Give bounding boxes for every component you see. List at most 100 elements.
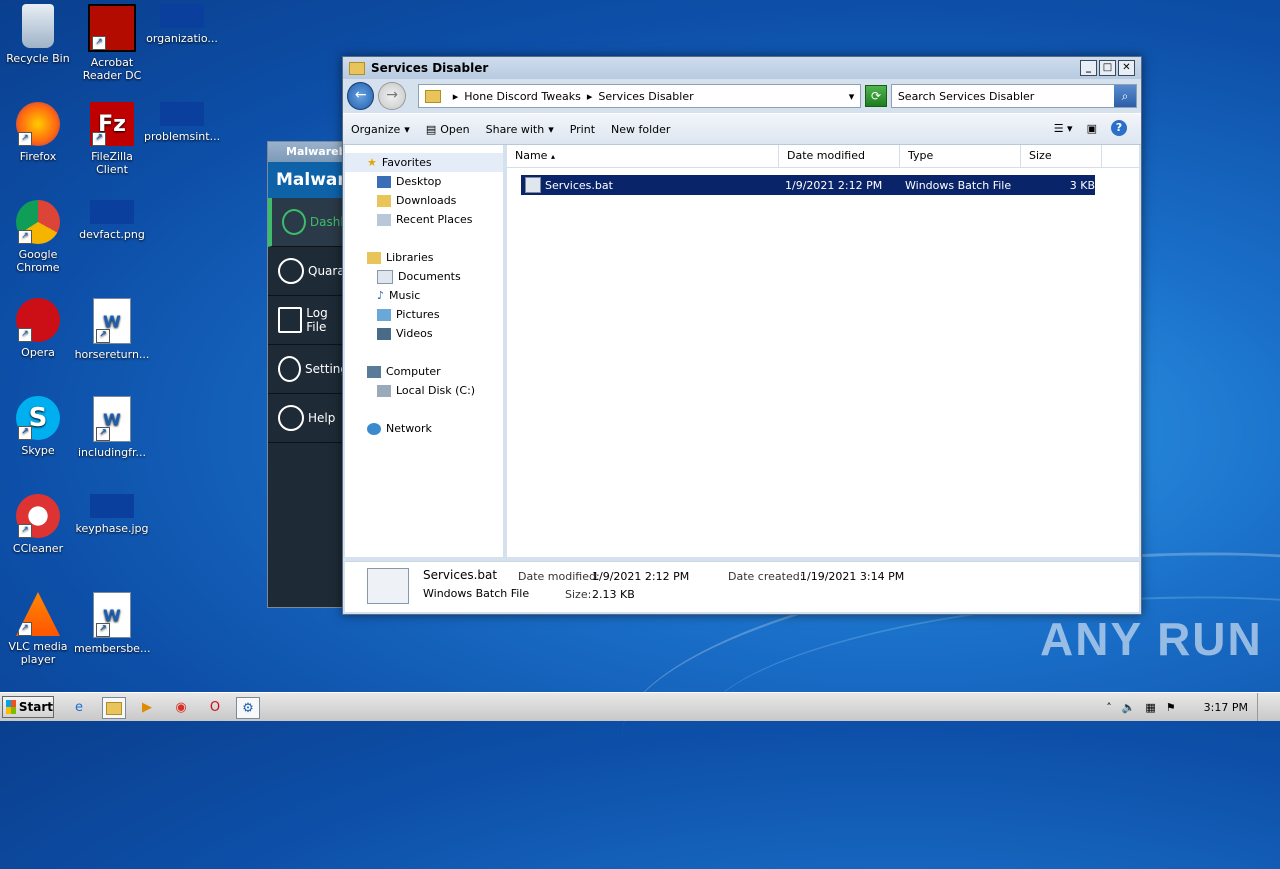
mb-item-quarantine[interactable]: Quara: [268, 247, 348, 296]
column-header-type[interactable]: Type: [900, 145, 1021, 167]
details-type: Windows Batch File: [423, 587, 530, 600]
desktop-icon[interactable]: devfact.png: [74, 200, 150, 241]
breadcrumb-item[interactable]: Hone Discord Tweaks: [464, 90, 581, 103]
mb-item-label: Quara: [308, 264, 345, 278]
close-button[interactable]: ✕: [1118, 60, 1135, 76]
mb-item-dashboard[interactable]: Dashb: [268, 198, 348, 247]
skype-icon: S ↗: [16, 396, 60, 440]
gear-icon: [278, 356, 302, 382]
clock[interactable]: 3:17 PM: [1204, 701, 1248, 714]
nav-item-computer[interactable]: Computer: [345, 362, 503, 381]
nav-item-recent-places[interactable]: Recent Places: [345, 210, 503, 229]
minimize-button[interactable]: _: [1080, 60, 1097, 76]
desktop-icon-label: membersbe...: [74, 642, 151, 655]
desktop-icon-label: CCleaner: [12, 542, 64, 555]
chevron-down-icon: ▾: [404, 122, 410, 136]
nav-item-pictures[interactable]: Pictures: [345, 305, 503, 324]
malwarebytes-taskbar-icon[interactable]: ⚙: [236, 697, 260, 719]
desktop-icon[interactable]: organizatio...: [144, 4, 220, 45]
nav-item-videos[interactable]: Videos: [345, 324, 503, 343]
desktop-icon[interactable]: Recycle Bin: [0, 4, 76, 65]
desktop-icon[interactable]: W ↗ includingfr...: [74, 396, 150, 459]
explorer-taskbar-icon[interactable]: [102, 697, 126, 719]
nav-item-downloads[interactable]: Downloads: [345, 191, 503, 210]
nav-item-local-disk[interactable]: Local Disk (C:): [345, 381, 503, 400]
desktop-icon[interactable]: ↗ Opera: [0, 298, 76, 359]
nav-item-network[interactable]: Network: [345, 419, 503, 438]
desktop-icon[interactable]: Fz ↗ FileZilla Client: [74, 102, 150, 176]
back-button[interactable]: ←: [347, 82, 375, 110]
forward-button[interactable]: →: [378, 82, 406, 110]
recent-places-icon: [377, 213, 391, 226]
column-label: Name: [515, 149, 548, 162]
window-titlebar[interactable]: Services Disabler _ □ ✕: [343, 57, 1141, 79]
preview-pane-icon[interactable]: ▣: [1087, 122, 1097, 135]
show-desktop-button[interactable]: [1257, 693, 1280, 721]
mb-item-label: Help: [308, 411, 336, 425]
biohazard-icon: [278, 258, 304, 284]
chevron-down-icon[interactable]: ▾: [849, 90, 855, 103]
anyrun-watermark: ANY RUN: [1040, 613, 1263, 665]
explorer-window[interactable]: Services Disabler _ □ ✕ ← → ▸ Hone Disco…: [342, 56, 1142, 615]
desktop-icon[interactable]: ↗ Firefox: [0, 102, 76, 163]
system-tray: ˄ 🔈 ▦ ⚑ 3:17 PM: [1106, 693, 1280, 721]
nav-item-libraries[interactable]: Libraries: [345, 248, 503, 267]
print-button[interactable]: Print: [570, 123, 595, 136]
mb-item-help[interactable]: Help: [268, 394, 348, 443]
mb-item-settings[interactable]: Setting: [268, 345, 348, 394]
ie-icon[interactable]: e: [68, 697, 90, 717]
desktop-icon[interactable]: W ↗ horsereturn...: [74, 298, 150, 361]
flag-icon[interactable]: ⚑: [1166, 701, 1176, 714]
organize-button[interactable]: Organize ▾: [351, 123, 410, 136]
maximize-button[interactable]: □: [1099, 60, 1116, 76]
file-row[interactable]: Services.bat 1/9/2021 2:12 PM Windows Ba…: [521, 175, 1095, 195]
column-header-size[interactable]: Size: [1021, 145, 1102, 167]
start-button[interactable]: Start: [2, 696, 54, 718]
desktop-icon[interactable]: S ↗ Skype: [0, 396, 76, 457]
open-button[interactable]: ▤ Open: [426, 123, 470, 136]
column-header-name[interactable]: Name ▴: [507, 145, 779, 167]
navigation-pane[interactable]: ★ Favorites Desktop Downloads Recent Plac…: [345, 145, 507, 557]
desktop-icon[interactable]: ↗ VLC media player: [0, 592, 76, 666]
view-options-icon[interactable]: ☰ ▾: [1054, 122, 1073, 135]
media-player-icon[interactable]: ▶: [136, 697, 158, 717]
mb-item-log-files[interactable]: Log File: [268, 296, 348, 345]
taskbar: Start e ▶ ◉ O ⚙ ˄ 🔈 ▦ ⚑ 3:17 PM: [0, 692, 1280, 721]
network-tray-icon[interactable]: ▦: [1145, 701, 1155, 714]
search-input[interactable]: Search Services Disabler ⌕: [890, 84, 1137, 108]
chevron-up-icon[interactable]: ˄: [1106, 701, 1112, 714]
shortcut-arrow-icon: ↗: [96, 623, 110, 637]
opera-taskbar-icon[interactable]: O: [204, 697, 226, 717]
chrome-taskbar-icon[interactable]: ◉: [170, 697, 192, 717]
word-doc-icon: W ↗: [93, 396, 131, 442]
firefox-icon: ↗: [16, 102, 60, 146]
volume-icon[interactable]: 🔈: [1122, 701, 1136, 714]
details-name: Services.bat: [423, 568, 498, 582]
search-icon[interactable]: ⌕: [1114, 85, 1136, 107]
file-list[interactable]: Name ▴ Date modified Type Size Services.…: [507, 145, 1139, 557]
desktop-icon[interactable]: keyphase.jpg: [74, 494, 150, 535]
address-bar[interactable]: ▸ Hone Discord Tweaks ▸ Services Disable…: [417, 84, 862, 108]
help-icon[interactable]: ?: [1111, 120, 1127, 136]
documents-icon: [377, 269, 393, 284]
refresh-button[interactable]: ⟳: [865, 85, 887, 107]
column-header-date[interactable]: Date modified: [779, 145, 900, 167]
nav-item-documents[interactable]: Documents: [345, 267, 503, 286]
nav-item-music[interactable]: ♪ Music: [345, 286, 503, 305]
nav-item-favorites[interactable]: ★ Favorites: [345, 153, 503, 172]
desktop-icon[interactable]: ↗ Acrobat Reader DC: [74, 4, 150, 82]
desktop-icon[interactable]: ↗ Google Chrome: [0, 200, 76, 274]
share-with-button[interactable]: Share with ▾: [486, 123, 554, 136]
computer-icon: [367, 365, 381, 378]
desktop-icon[interactable]: problemsint...: [144, 102, 220, 143]
batch-file-large-icon: [367, 568, 409, 604]
new-folder-button[interactable]: New folder: [611, 123, 670, 136]
desktop-icon-label: Recycle Bin: [6, 52, 70, 65]
malwarebytes-window[interactable]: Malwareb Malware Dashb Quara Log File Se…: [267, 141, 357, 608]
file-icon: [160, 4, 204, 28]
desktop-icon[interactable]: W ↗ membersbe...: [74, 592, 150, 655]
breadcrumb-item[interactable]: Services Disabler: [598, 90, 693, 103]
desktop-icon[interactable]: ↗ CCleaner: [0, 494, 76, 555]
nav-item-desktop[interactable]: Desktop: [345, 172, 503, 191]
desktop-icon-label: Opera: [21, 346, 55, 359]
